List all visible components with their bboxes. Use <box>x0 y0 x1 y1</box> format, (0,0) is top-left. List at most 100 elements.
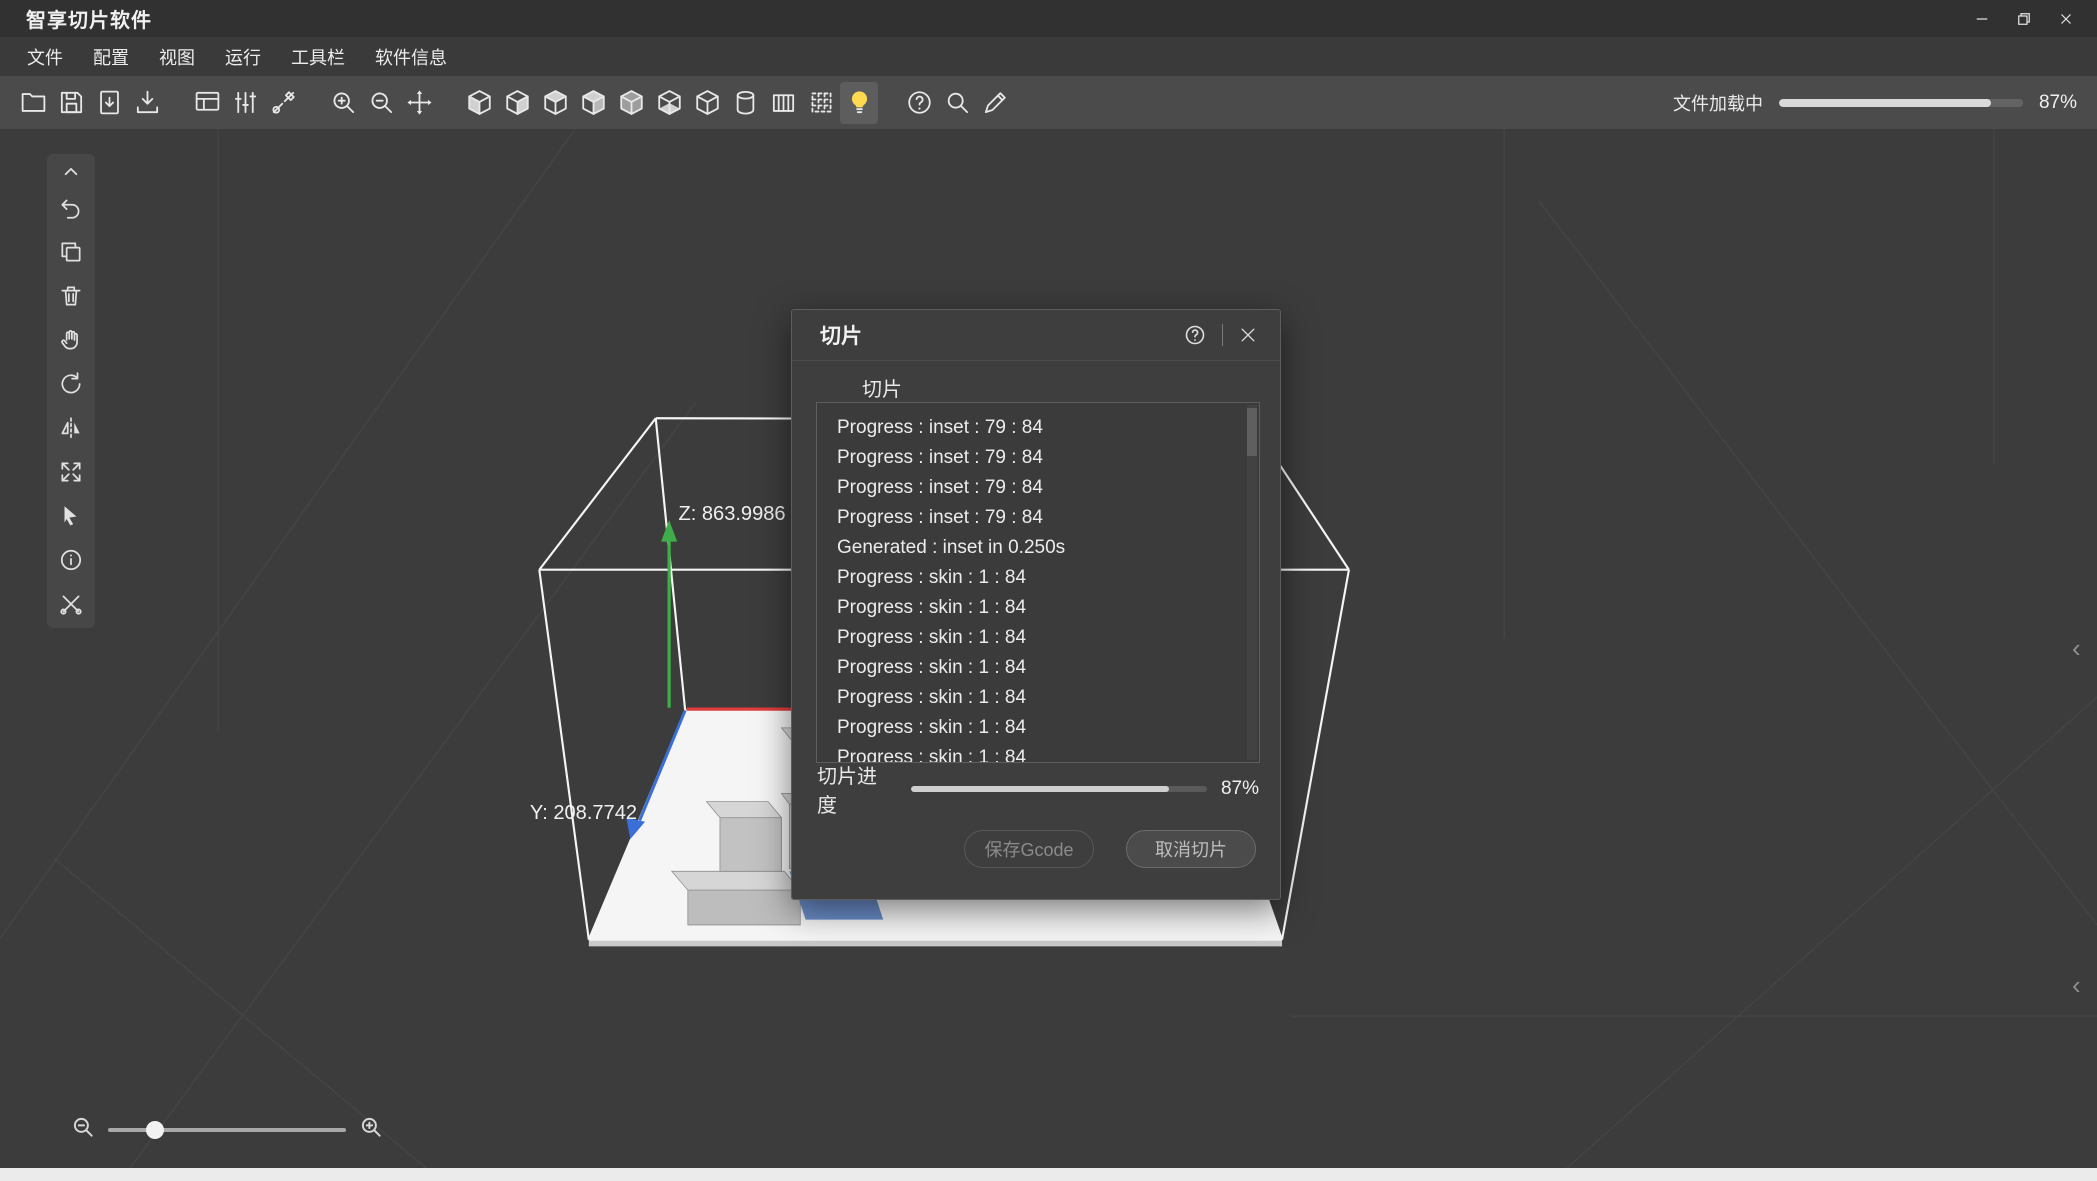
zoom-out-button[interactable] <box>362 82 400 124</box>
bottom-scrollbar-strip[interactable] <box>0 1168 2097 1181</box>
view-iso-button[interactable] <box>688 82 726 124</box>
fit-view-button[interactable] <box>47 450 95 494</box>
menu-run[interactable]: 运行 <box>210 44 276 70</box>
log-line: Progress : skin : 1 : 84 <box>837 743 1259 763</box>
machine-tools-button[interactable] <box>264 82 302 124</box>
log-line: Progress : skin : 1 : 84 <box>837 653 1259 683</box>
log-line: Progress : skin : 1 : 84 <box>837 683 1259 713</box>
menu-view[interactable]: 视图 <box>144 44 210 70</box>
cube-back-icon <box>503 88 532 117</box>
view-front-button[interactable] <box>460 82 498 124</box>
menu-file[interactable]: 文件 <box>12 44 78 70</box>
maximize-button[interactable] <box>2003 0 2045 37</box>
pan-button[interactable] <box>47 318 95 362</box>
log-line: Progress : inset : 79 : 84 <box>837 473 1259 503</box>
import-model-button[interactable] <box>90 82 128 124</box>
mirror-button[interactable] <box>47 406 95 450</box>
zoom-slider[interactable] <box>108 1128 346 1132</box>
view-right-button[interactable] <box>574 82 612 124</box>
side-toolbar <box>47 154 95 628</box>
cylinder-icon <box>731 88 760 117</box>
mirror-icon <box>58 415 84 441</box>
magnifier-icon <box>943 88 972 117</box>
title-bar: 智享切片软件 <box>0 0 2097 37</box>
log-line: Generated : inset in 0.250s <box>837 533 1259 563</box>
header-divider <box>1222 324 1223 346</box>
toolbar-group-machine <box>188 82 302 124</box>
cube-front-icon <box>465 88 494 117</box>
close-icon <box>1238 325 1258 345</box>
slice-progress-bar <box>911 786 1207 792</box>
inspect-button[interactable] <box>938 82 976 124</box>
file-loading-indicator: 文件加载中 87% <box>1673 90 2097 116</box>
annotate-button[interactable] <box>976 82 1014 124</box>
infill-grid-icon <box>807 88 836 117</box>
save-file-button[interactable] <box>52 82 90 124</box>
right-panel-expand-handle[interactable]: ‹ <box>2072 638 2081 658</box>
light-toggle-button[interactable] <box>840 82 878 124</box>
save-gcode-button[interactable]: 保存Gcode <box>964 830 1094 868</box>
view-back-button[interactable] <box>498 82 536 124</box>
menu-config[interactable]: 配置 <box>78 44 144 70</box>
undo-icon <box>58 195 84 221</box>
cylinder-view-button[interactable] <box>726 82 764 124</box>
cube-iso-icon <box>693 88 722 117</box>
repair-button[interactable] <box>47 582 95 626</box>
delete-button[interactable] <box>47 274 95 318</box>
copy-icon <box>58 239 84 265</box>
slice-dialog-help-button[interactable] <box>1183 323 1207 347</box>
duplicate-button[interactable] <box>47 230 95 274</box>
info-button[interactable] <box>47 538 95 582</box>
pen-icon <box>981 88 1010 117</box>
log-line: Progress : skin : 1 : 84 <box>837 593 1259 623</box>
right-panel-expand-handle-2[interactable]: ‹ <box>2072 975 2081 995</box>
save-icon <box>57 88 86 117</box>
menu-toolbar[interactable]: 工具栏 <box>276 44 360 70</box>
cancel-slice-button[interactable]: 取消切片 <box>1126 830 1256 868</box>
menu-about[interactable]: 软件信息 <box>360 44 462 70</box>
zoom-out-button[interactable] <box>70 1114 96 1145</box>
infill-view-button[interactable] <box>802 82 840 124</box>
hand-icon <box>58 327 84 353</box>
slice-log-lines: Progress : inset : 79 : 84Progress : ins… <box>817 403 1259 763</box>
rotate-button[interactable] <box>47 362 95 406</box>
zoom-slider-handle[interactable] <box>146 1121 164 1139</box>
y-axis-label: Y: 208.7742 <box>530 802 637 824</box>
app-window: Z: 863.9986 Y: 208.7742 智享切片软件 文件 配置 视图 … <box>0 0 2097 1181</box>
rotate-icon <box>58 371 84 397</box>
move-model-button[interactable] <box>400 82 438 124</box>
slice-dialog-close-button[interactable] <box>1238 325 1258 345</box>
tools-icon <box>269 88 298 117</box>
slice-log-box[interactable]: Progress : inset : 79 : 84Progress : ins… <box>816 402 1260 763</box>
collapse-strip-button[interactable] <box>47 156 95 186</box>
help-circle-icon <box>1183 323 1207 347</box>
parameters-button[interactable] <box>226 82 264 124</box>
slice-dialog-header[interactable]: 切片 <box>792 310 1280 361</box>
zoom-in-button[interactable] <box>324 82 362 124</box>
view-bottom-button[interactable] <box>650 82 688 124</box>
restore-icon <box>2015 10 2033 28</box>
layout-button[interactable] <box>188 82 226 124</box>
open-file-button[interactable] <box>14 82 52 124</box>
file-loading-label: 文件加载中 <box>1673 90 1763 116</box>
log-scrollbar-thumb[interactable] <box>1247 408 1257 456</box>
minimize-button[interactable] <box>1961 0 2003 37</box>
lightbulb-icon <box>845 88 874 117</box>
zoom-in-button[interactable] <box>358 1114 384 1145</box>
view-left-button[interactable] <box>536 82 574 124</box>
slice-section-label: 切片 <box>862 373 1280 402</box>
slice-dialog: 切片 切片 Progress : inset : 79 : 84Progress… <box>791 309 1281 900</box>
toolbar-group-views <box>460 82 878 124</box>
view-top-button[interactable] <box>612 82 650 124</box>
select-button[interactable] <box>47 494 95 538</box>
close-button[interactable] <box>2045 0 2087 37</box>
cube-bottom-icon <box>655 88 684 117</box>
log-scrollbar[interactable] <box>1247 405 1257 760</box>
layers-view-button[interactable] <box>764 82 802 124</box>
help-button[interactable] <box>900 82 938 124</box>
log-line: Progress : inset : 79 : 84 <box>837 443 1259 473</box>
undo-button[interactable] <box>47 186 95 230</box>
export-model-button[interactable] <box>128 82 166 124</box>
slice-progress-label: 切片进度 <box>817 760 894 818</box>
app-title: 智享切片软件 <box>0 4 152 33</box>
